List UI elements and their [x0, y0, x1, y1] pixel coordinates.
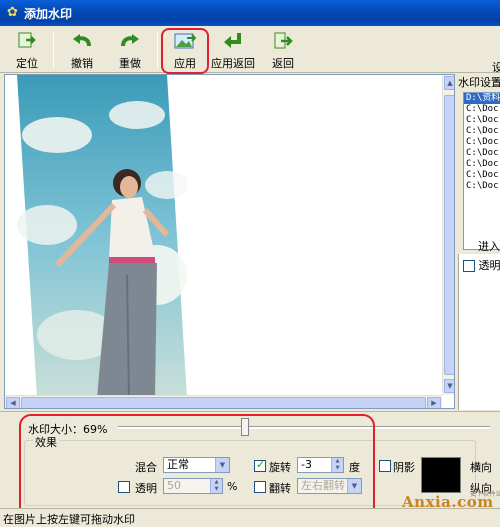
preview-horizontal-scrollbar[interactable]: ◀ ▶ [5, 395, 442, 409]
star-icon: ✿ [5, 5, 20, 20]
toolbar-truncated-label: 设 [492, 59, 500, 75]
scroll-down-icon[interactable]: ▼ [444, 379, 455, 393]
apply-return-label: 应用返回 [210, 55, 256, 71]
import-button[interactable]: 进入 [478, 238, 500, 254]
scroll-right-icon[interactable]: ▶ [427, 397, 441, 409]
preview-vertical-scrollbar[interactable]: ▲ ▼ [442, 75, 455, 395]
locate-icon [16, 31, 38, 51]
list-item[interactable]: C:\Doc [464, 181, 500, 192]
undo-icon [71, 31, 93, 51]
shadow-checkbox[interactable] [379, 460, 391, 472]
return-button[interactable]: 返回 [260, 29, 306, 71]
title-bar: ✿ 添加水印 [0, 0, 500, 26]
undo-button[interactable]: 撤销 [59, 29, 105, 71]
watermark-photo-image[interactable] [17, 75, 187, 398]
shadow-color-swatch[interactable] [421, 457, 461, 493]
horizontal-offset-label: 横向 [470, 459, 492, 475]
watermark-file-list[interactable]: D:\资料 C:\Doc C:\Doc C:\Doc C:\Doc C:\Doc… [463, 92, 500, 250]
horizontal-scroll-thumb[interactable] [21, 397, 426, 409]
apply-highlight-annotation [161, 28, 209, 74]
return-label: 返回 [260, 55, 306, 71]
scroll-left-icon[interactable]: ◀ [6, 397, 20, 409]
settings-highlight-annotation [19, 414, 375, 522]
watermark-settings-panel: 水印设置 D:\资料 C:\Doc C:\Doc C:\Doc C:\Doc C… [458, 74, 500, 254]
redo-button[interactable]: 重做 [107, 29, 153, 71]
right-panel-lower [458, 254, 500, 410]
image-preview-canvas[interactable]: ▲ ▼ ◀ ▶ [4, 74, 455, 409]
site-watermark-logo: Anxia.com 安下软件站 [402, 493, 494, 511]
locate-button[interactable]: 定位 [4, 29, 50, 71]
transparent-checkbox[interactable] [463, 260, 475, 272]
list-item[interactable]: C:\Doc [464, 115, 500, 126]
vertical-scroll-thumb[interactable] [444, 95, 455, 375]
toolbar-separator [157, 32, 158, 68]
transparent-option-label: 透明 [479, 259, 500, 272]
apply-return-icon [222, 31, 244, 51]
toolbar-separator [53, 32, 54, 68]
undo-label: 撤销 [59, 55, 105, 71]
list-item[interactable]: D:\资料 [464, 93, 500, 104]
watermark-settings-title: 水印设置 [458, 74, 500, 90]
redo-label: 重做 [107, 55, 153, 71]
scroll-up-icon[interactable]: ▲ [444, 76, 455, 90]
redo-icon [119, 31, 141, 51]
list-item[interactable]: C:\Doc [464, 159, 500, 170]
toolbar: 定位 撤销 重做 应用 应用返回 [0, 26, 500, 73]
shadow-label: 阴影 [393, 459, 415, 475]
list-item[interactable]: C:\Doc [464, 126, 500, 137]
list-item[interactable]: C:\Doc [464, 137, 500, 148]
apply-return-button[interactable]: 应用返回 [210, 29, 256, 71]
list-item[interactable]: C:\Doc [464, 170, 500, 181]
return-icon [272, 31, 294, 51]
list-item[interactable]: C:\Doc [464, 104, 500, 115]
transparent-option[interactable]: 透明 [463, 257, 500, 273]
locate-label: 定位 [4, 55, 50, 71]
list-item[interactable]: C:\Doc [464, 148, 500, 159]
window-title: 添加水印 [24, 5, 72, 22]
